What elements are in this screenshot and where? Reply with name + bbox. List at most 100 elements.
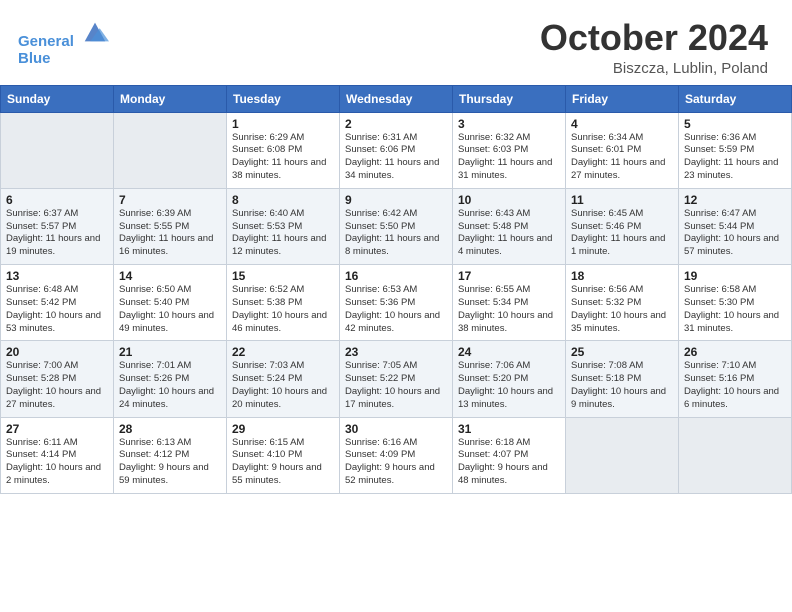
calendar-cell: 24Sunrise: 7:06 AMSunset: 5:20 PMDayligh… [453, 341, 566, 417]
calendar-cell: 21Sunrise: 7:01 AMSunset: 5:26 PMDayligh… [114, 341, 227, 417]
calendar-cell: 14Sunrise: 6:50 AMSunset: 5:40 PMDayligh… [114, 265, 227, 341]
calendar-cell: 11Sunrise: 6:45 AMSunset: 5:46 PMDayligh… [566, 188, 679, 264]
day-info: Sunrise: 6:29 AMSunset: 6:08 PMDaylight:… [232, 132, 334, 183]
title-location: Biszcza, Lublin, Poland [540, 60, 768, 77]
day-number: 4 [571, 117, 673, 131]
day-number: 7 [119, 193, 221, 207]
calendar-cell [566, 417, 679, 493]
day-info: Sunrise: 6:55 AMSunset: 5:34 PMDaylight:… [458, 284, 560, 335]
title-block: October 2024 Biszcza, Lublin, Poland [540, 18, 768, 77]
day-number: 29 [232, 422, 334, 436]
day-info: Sunrise: 6:56 AMSunset: 5:32 PMDaylight:… [571, 284, 673, 335]
day-info: Sunrise: 6:43 AMSunset: 5:48 PMDaylight:… [458, 208, 560, 259]
day-number: 8 [232, 193, 334, 207]
header: General Blue October 2024 Biszcza, Lubli… [0, 0, 792, 85]
day-number: 10 [458, 193, 560, 207]
day-info: Sunrise: 6:47 AMSunset: 5:44 PMDaylight:… [684, 208, 786, 259]
day-info: Sunrise: 6:36 AMSunset: 5:59 PMDaylight:… [684, 132, 786, 183]
calendar-cell: 16Sunrise: 6:53 AMSunset: 5:36 PMDayligh… [340, 265, 453, 341]
day-number: 12 [684, 193, 786, 207]
day-info: Sunrise: 6:34 AMSunset: 6:01 PMDaylight:… [571, 132, 673, 183]
day-number: 26 [684, 345, 786, 359]
day-number: 11 [571, 193, 673, 207]
day-number: 9 [345, 193, 447, 207]
calendar-cell: 22Sunrise: 7:03 AMSunset: 5:24 PMDayligh… [227, 341, 340, 417]
day-info: Sunrise: 7:10 AMSunset: 5:16 PMDaylight:… [684, 360, 786, 411]
day-number: 24 [458, 345, 560, 359]
day-number: 13 [6, 269, 108, 283]
day-info: Sunrise: 6:45 AMSunset: 5:46 PMDaylight:… [571, 208, 673, 259]
day-number: 22 [232, 345, 334, 359]
day-info: Sunrise: 7:01 AMSunset: 5:26 PMDaylight:… [119, 360, 221, 411]
calendar-week-row: 13Sunrise: 6:48 AMSunset: 5:42 PMDayligh… [1, 265, 792, 341]
calendar-cell [114, 112, 227, 188]
calendar-week-row: 20Sunrise: 7:00 AMSunset: 5:28 PMDayligh… [1, 341, 792, 417]
calendar-cell: 19Sunrise: 6:58 AMSunset: 5:30 PMDayligh… [679, 265, 792, 341]
calendar-cell: 4Sunrise: 6:34 AMSunset: 6:01 PMDaylight… [566, 112, 679, 188]
calendar-cell: 15Sunrise: 6:52 AMSunset: 5:38 PMDayligh… [227, 265, 340, 341]
day-info: Sunrise: 6:32 AMSunset: 6:03 PMDaylight:… [458, 132, 560, 183]
calendar-cell: 25Sunrise: 7:08 AMSunset: 5:18 PMDayligh… [566, 341, 679, 417]
day-number: 18 [571, 269, 673, 283]
calendar-cell: 27Sunrise: 6:11 AMSunset: 4:14 PMDayligh… [1, 417, 114, 493]
calendar-cell [679, 417, 792, 493]
weekday-header: Tuesday [227, 85, 340, 112]
calendar-cell: 18Sunrise: 6:56 AMSunset: 5:32 PMDayligh… [566, 265, 679, 341]
weekday-header: Friday [566, 85, 679, 112]
day-number: 25 [571, 345, 673, 359]
calendar-cell: 28Sunrise: 6:13 AMSunset: 4:12 PMDayligh… [114, 417, 227, 493]
page: General Blue October 2024 Biszcza, Lubli… [0, 0, 792, 612]
logo: General Blue [18, 18, 109, 67]
day-info: Sunrise: 6:15 AMSunset: 4:10 PMDaylight:… [232, 437, 334, 488]
calendar-cell: 29Sunrise: 6:15 AMSunset: 4:10 PMDayligh… [227, 417, 340, 493]
day-info: Sunrise: 6:40 AMSunset: 5:53 PMDaylight:… [232, 208, 334, 259]
calendar-cell: 3Sunrise: 6:32 AMSunset: 6:03 PMDaylight… [453, 112, 566, 188]
calendar-cell: 7Sunrise: 6:39 AMSunset: 5:55 PMDaylight… [114, 188, 227, 264]
calendar-cell: 10Sunrise: 6:43 AMSunset: 5:48 PMDayligh… [453, 188, 566, 264]
day-number: 1 [232, 117, 334, 131]
day-number: 2 [345, 117, 447, 131]
day-info: Sunrise: 7:03 AMSunset: 5:24 PMDaylight:… [232, 360, 334, 411]
day-number: 5 [684, 117, 786, 131]
day-info: Sunrise: 7:05 AMSunset: 5:22 PMDaylight:… [345, 360, 447, 411]
day-info: Sunrise: 7:00 AMSunset: 5:28 PMDaylight:… [6, 360, 108, 411]
logo-icon [81, 18, 109, 46]
calendar-cell: 23Sunrise: 7:05 AMSunset: 5:22 PMDayligh… [340, 341, 453, 417]
day-number: 21 [119, 345, 221, 359]
day-number: 14 [119, 269, 221, 283]
day-info: Sunrise: 6:53 AMSunset: 5:36 PMDaylight:… [345, 284, 447, 335]
calendar-cell: 12Sunrise: 6:47 AMSunset: 5:44 PMDayligh… [679, 188, 792, 264]
calendar-cell: 2Sunrise: 6:31 AMSunset: 6:06 PMDaylight… [340, 112, 453, 188]
calendar-cell: 8Sunrise: 6:40 AMSunset: 5:53 PMDaylight… [227, 188, 340, 264]
calendar-cell: 6Sunrise: 6:37 AMSunset: 5:57 PMDaylight… [1, 188, 114, 264]
day-number: 27 [6, 422, 108, 436]
day-info: Sunrise: 6:13 AMSunset: 4:12 PMDaylight:… [119, 437, 221, 488]
day-info: Sunrise: 6:18 AMSunset: 4:07 PMDaylight:… [458, 437, 560, 488]
calendar-cell: 20Sunrise: 7:00 AMSunset: 5:28 PMDayligh… [1, 341, 114, 417]
day-number: 6 [6, 193, 108, 207]
day-number: 30 [345, 422, 447, 436]
calendar-cell: 17Sunrise: 6:55 AMSunset: 5:34 PMDayligh… [453, 265, 566, 341]
day-number: 17 [458, 269, 560, 283]
day-info: Sunrise: 6:11 AMSunset: 4:14 PMDaylight:… [6, 437, 108, 488]
calendar-header-row: SundayMondayTuesdayWednesdayThursdayFrid… [1, 85, 792, 112]
calendar-week-row: 6Sunrise: 6:37 AMSunset: 5:57 PMDaylight… [1, 188, 792, 264]
day-info: Sunrise: 6:31 AMSunset: 6:06 PMDaylight:… [345, 132, 447, 183]
weekday-header: Monday [114, 85, 227, 112]
calendar: SundayMondayTuesdayWednesdayThursdayFrid… [0, 85, 792, 494]
calendar-cell: 1Sunrise: 6:29 AMSunset: 6:08 PMDaylight… [227, 112, 340, 188]
calendar-cell: 26Sunrise: 7:10 AMSunset: 5:16 PMDayligh… [679, 341, 792, 417]
day-number: 16 [345, 269, 447, 283]
calendar-cell: 5Sunrise: 6:36 AMSunset: 5:59 PMDaylight… [679, 112, 792, 188]
day-number: 23 [345, 345, 447, 359]
day-info: Sunrise: 6:39 AMSunset: 5:55 PMDaylight:… [119, 208, 221, 259]
title-month: October 2024 [540, 18, 768, 58]
day-number: 15 [232, 269, 334, 283]
day-info: Sunrise: 6:42 AMSunset: 5:50 PMDaylight:… [345, 208, 447, 259]
calendar-cell: 31Sunrise: 6:18 AMSunset: 4:07 PMDayligh… [453, 417, 566, 493]
calendar-cell: 13Sunrise: 6:48 AMSunset: 5:42 PMDayligh… [1, 265, 114, 341]
day-info: Sunrise: 6:37 AMSunset: 5:57 PMDaylight:… [6, 208, 108, 259]
calendar-week-row: 27Sunrise: 6:11 AMSunset: 4:14 PMDayligh… [1, 417, 792, 493]
day-info: Sunrise: 7:06 AMSunset: 5:20 PMDaylight:… [458, 360, 560, 411]
day-info: Sunrise: 6:16 AMSunset: 4:09 PMDaylight:… [345, 437, 447, 488]
